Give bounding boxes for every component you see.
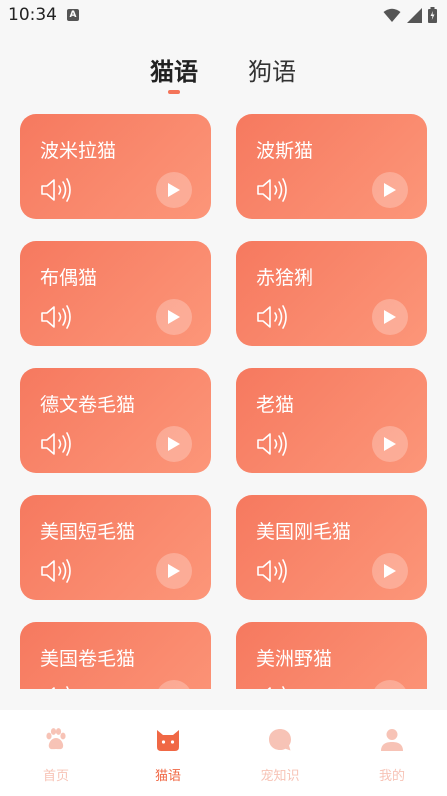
cat-face-icon — [157, 730, 179, 751]
speaker-icon — [51, 686, 69, 689]
play-button[interactable] — [156, 172, 192, 208]
play-icon — [168, 564, 180, 578]
play-icon — [168, 437, 180, 451]
speaker-icon — [257, 178, 287, 202]
nav-item-home[interactable]: 首页 — [0, 710, 112, 796]
chat-bubble-icon — [269, 729, 291, 751]
language-tabs: 猫语 狗语 — [0, 52, 447, 102]
breed-name: 波米拉猫 — [40, 140, 117, 162]
breed-card[interactable]: 美国刚毛猫 — [236, 495, 427, 600]
nav-label: 首页 — [42, 769, 69, 784]
play-icon — [384, 183, 396, 197]
speaker-icon — [257, 305, 287, 329]
speaker-icon — [41, 305, 71, 329]
paw-icon — [46, 728, 66, 750]
play-icon — [384, 437, 396, 451]
play-icon — [384, 310, 396, 324]
nav-item-pet-knowledge[interactable]: 宠知识 — [224, 710, 336, 796]
breed-card[interactable]: 美洲野猫 — [236, 622, 427, 689]
breed-name: 布偶猫 — [40, 267, 98, 289]
status-bar: 10:34 A — [0, 0, 447, 32]
status-time: 10:34 — [8, 5, 57, 25]
cat-breed-grid: 波米拉猫 波斯猫 布偶猫 赤猞猁 德文卷毛猫 老猫 美国短毛猫 美国刚毛猫 美国… — [0, 114, 447, 689]
speaker-icon — [41, 559, 71, 583]
play-icon — [384, 564, 396, 578]
breed-name: 美洲野猫 — [256, 648, 333, 670]
breed-name: 美国短毛猫 — [40, 521, 136, 543]
breed-name: 美国卷毛猫 — [40, 648, 136, 670]
status-icons — [383, 7, 437, 23]
breed-name: 赤猞猁 — [256, 267, 314, 289]
breed-name: 德文卷毛猫 — [40, 394, 136, 416]
breed-name: 波斯猫 — [256, 140, 314, 162]
signal-icon — [407, 7, 422, 23]
play-button[interactable] — [372, 299, 408, 335]
play-button[interactable] — [372, 680, 408, 689]
breed-name: 老猫 — [256, 394, 295, 416]
nav-label: 宠知识 — [260, 769, 300, 784]
breed-card[interactable]: 波米拉猫 — [20, 114, 211, 219]
play-button[interactable] — [156, 426, 192, 462]
play-button[interactable] — [156, 553, 192, 589]
tab-dog-language[interactable]: 狗语 — [248, 52, 296, 87]
nav-label: 我的 — [378, 769, 405, 784]
play-icon — [168, 183, 180, 197]
nav-item-cat-language[interactable]: 猫语 — [112, 710, 224, 796]
bottom-navigation: 首页 猫语 宠知识 我的 — [0, 710, 447, 796]
battery-icon — [428, 7, 437, 23]
tab-cat-language[interactable]: 猫语 — [150, 52, 198, 87]
speaker-icon — [267, 686, 285, 689]
notification-icon: A — [67, 9, 79, 21]
breed-name: 美国刚毛猫 — [256, 521, 352, 543]
play-button[interactable] — [156, 680, 192, 689]
person-icon — [381, 729, 403, 751]
nav-item-profile[interactable]: 我的 — [336, 710, 447, 796]
speaker-icon — [257, 432, 287, 456]
app-screen: 10:34 A 猫语 狗语 波米拉猫 波斯猫 布偶猫 赤猞猁 德文卷毛猫 老猫 … — [0, 0, 447, 796]
breed-card[interactable]: 赤猞猁 — [236, 241, 427, 346]
play-button[interactable] — [156, 299, 192, 335]
play-button[interactable] — [372, 553, 408, 589]
wifi-icon — [383, 8, 401, 22]
speaker-icon — [41, 178, 71, 202]
breed-card[interactable]: 美国卷毛猫 — [20, 622, 211, 689]
speaker-icon — [41, 432, 71, 456]
play-button[interactable] — [372, 172, 408, 208]
play-icon — [168, 310, 180, 324]
breed-card[interactable]: 德文卷毛猫 — [20, 368, 211, 473]
breed-card[interactable]: 布偶猫 — [20, 241, 211, 346]
breed-card[interactable]: 老猫 — [236, 368, 427, 473]
nav-label: 猫语 — [154, 769, 181, 784]
speaker-icon — [257, 559, 287, 583]
breed-card[interactable]: 美国短毛猫 — [20, 495, 211, 600]
active-tab-indicator — [168, 90, 180, 94]
breed-card[interactable]: 波斯猫 — [236, 114, 427, 219]
play-button[interactable] — [372, 426, 408, 462]
